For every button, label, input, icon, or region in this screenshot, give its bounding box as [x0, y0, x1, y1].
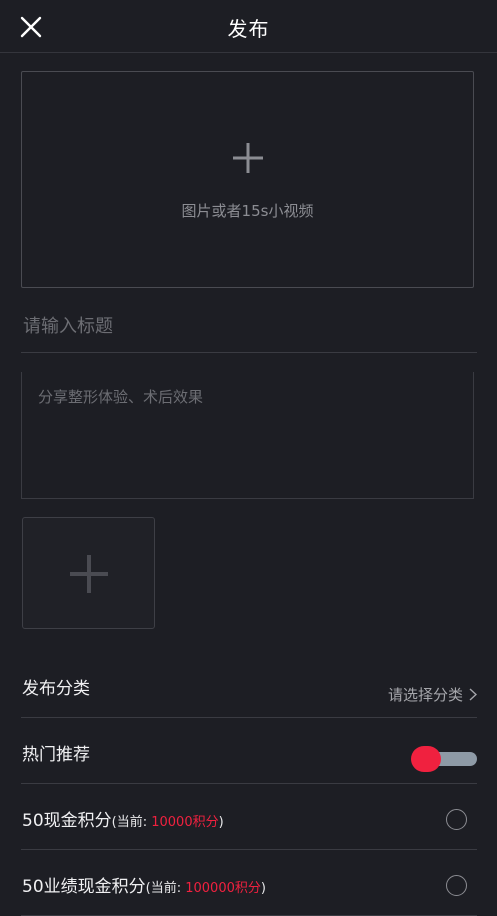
option-label: 50现金积分(当前: 10000积分) [22, 806, 224, 831]
add-image-button[interactable] [22, 517, 155, 629]
title-input[interactable] [21, 300, 477, 353]
option-radio[interactable] [446, 809, 467, 830]
plus-icon [233, 143, 263, 173]
option-radio[interactable] [446, 875, 467, 896]
page-title: 发布 [227, 17, 270, 41]
toggle-knob [411, 746, 441, 772]
option-current-prefix: (当前: [111, 815, 152, 830]
option-current-value: 100000积分 [185, 881, 261, 896]
category-value: 请选择分类 [387, 686, 463, 704]
option-current-value: 10000积分 [151, 815, 219, 830]
option-current-prefix: (当前: [145, 881, 186, 896]
hot-recommend-label: 热门推荐 [22, 745, 90, 765]
header-bar: 发布 [0, 0, 497, 53]
hot-recommend-row: 热门推荐 [21, 718, 477, 784]
hot-recommend-toggle[interactable] [411, 746, 477, 772]
category-select[interactable]: 请选择分类 [388, 684, 477, 705]
chevron-right-icon [469, 688, 477, 701]
option-row[interactable]: 50业绩现金积分(当前: 100000积分) [21, 850, 477, 916]
option-row[interactable]: 50现金积分(当前: 10000积分) [21, 784, 477, 850]
option-current-suffix: ) [260, 881, 266, 896]
plus-icon [70, 555, 108, 593]
category-label: 发布分类 [22, 679, 90, 699]
option-label: 50业绩现金积分(当前: 100000积分) [22, 872, 266, 897]
upload-hint: 图片或者15s小视频 [181, 202, 314, 220]
content-textarea[interactable] [21, 372, 474, 499]
option-title: 50现金积分 [22, 811, 112, 831]
media-upload-box[interactable]: 图片或者15s小视频 [21, 71, 474, 288]
option-current-suffix: ) [218, 815, 224, 830]
category-row[interactable]: 发布分类 请选择分类 [21, 660, 477, 718]
option-title: 50业绩现金积分 [22, 877, 146, 897]
